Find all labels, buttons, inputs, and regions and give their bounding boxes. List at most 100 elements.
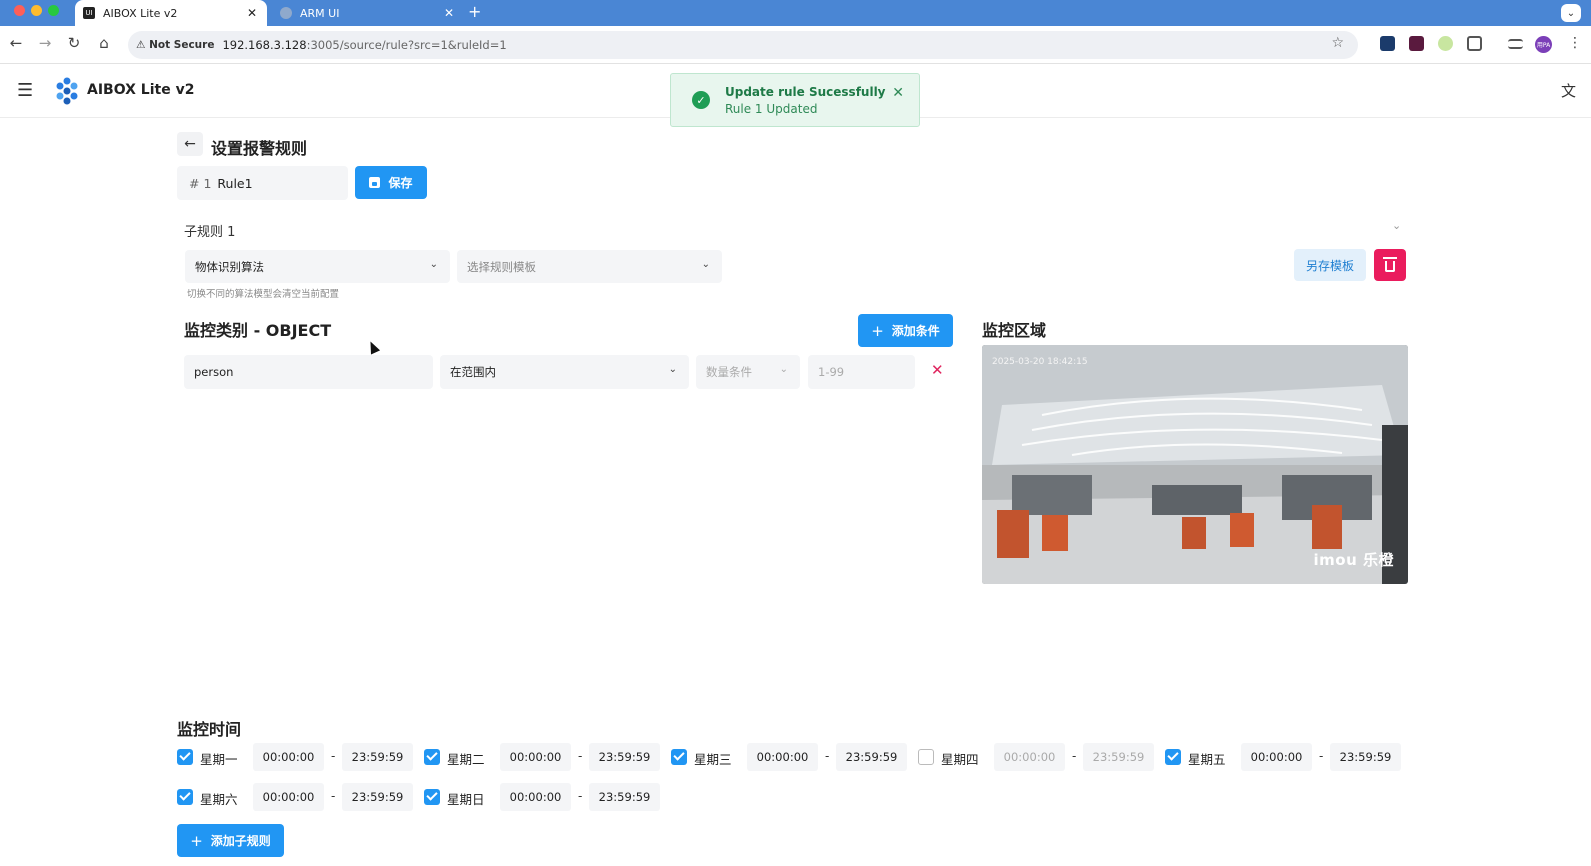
- day-checkbox[interactable]: [671, 749, 687, 765]
- add-subrule-label: 添加子规则: [210, 834, 271, 848]
- day-checkbox[interactable]: [424, 789, 440, 805]
- day-checkbox[interactable]: [424, 749, 440, 765]
- window-minimize-dot[interactable]: [31, 5, 42, 16]
- time-separator: -: [1072, 749, 1077, 763]
- chevron-down-icon: ⌄: [429, 259, 438, 270]
- window-close-dot[interactable]: [14, 5, 25, 16]
- algorithm-select[interactable]: 物体识别算法 ⌄: [185, 250, 450, 283]
- delete-subrule-button[interactable]: [1374, 249, 1406, 281]
- add-condition-button[interactable]: + 添加条件: [858, 314, 953, 347]
- region-title: 监控区域: [982, 321, 1047, 340]
- time-separator: -: [1319, 749, 1324, 763]
- globe-favicon-icon: [280, 7, 292, 19]
- toast-message: Rule 1 Updated: [725, 102, 818, 116]
- count-range-input[interactable]: 1-99: [808, 355, 915, 389]
- day-checkbox[interactable]: [918, 749, 934, 765]
- end-time-input[interactable]: 23:59:59: [342, 743, 413, 771]
- end-time-input[interactable]: 23:59:59: [589, 743, 660, 771]
- camera-timestamp: 2025-03-20 18:42:15: [992, 357, 1088, 367]
- chevron-down-icon: ⌄: [779, 364, 788, 375]
- day-label: 星期三: [694, 752, 732, 767]
- object-class-input[interactable]: person: [184, 355, 433, 389]
- browser-menu-icon[interactable]: ⋮: [1568, 35, 1582, 51]
- scope-value: 在范围内: [450, 365, 496, 379]
- back-button[interactable]: ←: [177, 132, 203, 156]
- day-label: 星期二: [447, 752, 485, 767]
- start-time-input[interactable]: 00:00:00: [253, 783, 324, 811]
- end-time-input[interactable]: 23:59:59: [342, 783, 413, 811]
- trash-icon: [1383, 257, 1397, 272]
- count-condition-select[interactable]: 数量条件 ⌄: [696, 355, 800, 389]
- add-subrule-button[interactable]: + 添加子规则: [177, 824, 284, 857]
- chevron-down-icon: ⌄: [701, 259, 710, 270]
- subrule-title: 子规则 1: [184, 225, 236, 240]
- end-time-input[interactable]: 23:59:59: [1083, 743, 1154, 771]
- page-title: 设置报警规则: [211, 139, 308, 158]
- save-template-button[interactable]: 另存模板: [1294, 249, 1366, 281]
- back-arrow-icon[interactable]: ←: [6, 34, 26, 52]
- count-condition-placeholder: 数量条件: [706, 365, 752, 379]
- save-template-label: 另存模板: [1305, 258, 1354, 273]
- toast-title: Update rule Sucessfully: [725, 85, 886, 99]
- save-button[interactable]: 保存: [355, 166, 427, 199]
- day-label: 星期一: [200, 752, 238, 767]
- start-time-input[interactable]: 00:00:00: [747, 743, 818, 771]
- browser-tab-strip: UI AIBOX Lite v2 ✕ ARM UI ✕ + ⌄: [0, 0, 1591, 26]
- extension-icon[interactable]: [1380, 36, 1395, 51]
- camera-preview[interactable]: 2025-03-20 18:42:15 imou 乐橙: [982, 345, 1408, 584]
- day-label: 星期五: [1188, 752, 1226, 767]
- template-select[interactable]: 选择规则模板 ⌄: [457, 250, 722, 283]
- collapse-chevron-icon[interactable]: ⌄: [1392, 219, 1401, 232]
- day-label: 星期日: [447, 792, 485, 807]
- mouse-cursor-icon: [365, 339, 381, 355]
- not-secure-label: Not Secure: [149, 39, 215, 51]
- algorithm-value: 物体识别算法: [195, 259, 264, 274]
- start-time-input[interactable]: 00:00:00: [1241, 743, 1312, 771]
- window-zoom-dot[interactable]: [48, 5, 59, 16]
- browser-tab-aibox[interactable]: UI AIBOX Lite v2 ✕: [75, 0, 267, 26]
- not-secure-indicator[interactable]: ⚠ Not Secure: [136, 39, 222, 51]
- forward-arrow-icon[interactable]: →: [35, 34, 55, 52]
- end-time-input[interactable]: 23:59:59: [836, 743, 907, 771]
- schedule-title: 监控时间: [177, 720, 242, 739]
- translate-icon[interactable]: 文: [1561, 80, 1576, 101]
- menu-hamburger-icon[interactable]: ☰: [17, 80, 33, 101]
- tab-close-icon[interactable]: ✕: [247, 6, 257, 20]
- address-bar[interactable]: ⚠ Not Secure 192.168.3.128:3005/source/r…: [128, 31, 1358, 59]
- rule-number: 1: [203, 175, 212, 191]
- rule-name-input[interactable]: # 1 Rule1: [177, 166, 348, 200]
- ui-favicon-icon: UI: [83, 7, 95, 19]
- puzzle-extensions-icon[interactable]: [1467, 36, 1482, 51]
- home-icon[interactable]: ⌂: [94, 34, 114, 52]
- aibox-logo-icon: [56, 77, 78, 105]
- reading-list-icon[interactable]: [1508, 39, 1523, 49]
- extension-icon[interactable]: [1438, 36, 1453, 51]
- toast-close-icon[interactable]: ✕: [892, 85, 904, 101]
- plus-icon: +: [871, 321, 884, 340]
- tab-search-icon[interactable]: ⌄: [1561, 4, 1581, 22]
- remove-condition-icon[interactable]: ✕: [931, 361, 944, 379]
- bookmark-star-icon[interactable]: ☆: [1331, 35, 1344, 51]
- object-class-value: person: [194, 365, 234, 379]
- time-separator: -: [331, 749, 336, 763]
- end-time-input[interactable]: 23:59:59: [589, 783, 660, 811]
- scope-select[interactable]: 在范围内 ⌄: [440, 355, 689, 389]
- new-tab-icon[interactable]: +: [468, 2, 481, 21]
- start-time-input[interactable]: 00:00:00: [500, 783, 571, 811]
- start-time-input[interactable]: 00:00:00: [500, 743, 571, 771]
- rule-name-value: Rule1: [217, 175, 253, 191]
- day-checkbox[interactable]: [177, 749, 193, 765]
- time-separator: -: [331, 789, 336, 803]
- camera-watermark-logo: imou 乐橙: [1313, 551, 1394, 569]
- day-checkbox[interactable]: [1165, 749, 1181, 765]
- end-time-input[interactable]: 23:59:59: [1330, 743, 1401, 771]
- profile-avatar[interactable]: 用PA: [1535, 36, 1552, 53]
- tab-close-icon[interactable]: ✕: [444, 6, 454, 20]
- extension-icon[interactable]: [1409, 36, 1424, 51]
- day-checkbox[interactable]: [177, 789, 193, 805]
- start-time-input[interactable]: 00:00:00: [253, 743, 324, 771]
- check-circle-icon: ✓: [692, 91, 710, 109]
- browser-tab-arm-ui[interactable]: ARM UI ✕: [272, 0, 464, 26]
- start-time-input[interactable]: 00:00:00: [994, 743, 1065, 771]
- reload-icon[interactable]: ↻: [64, 34, 84, 52]
